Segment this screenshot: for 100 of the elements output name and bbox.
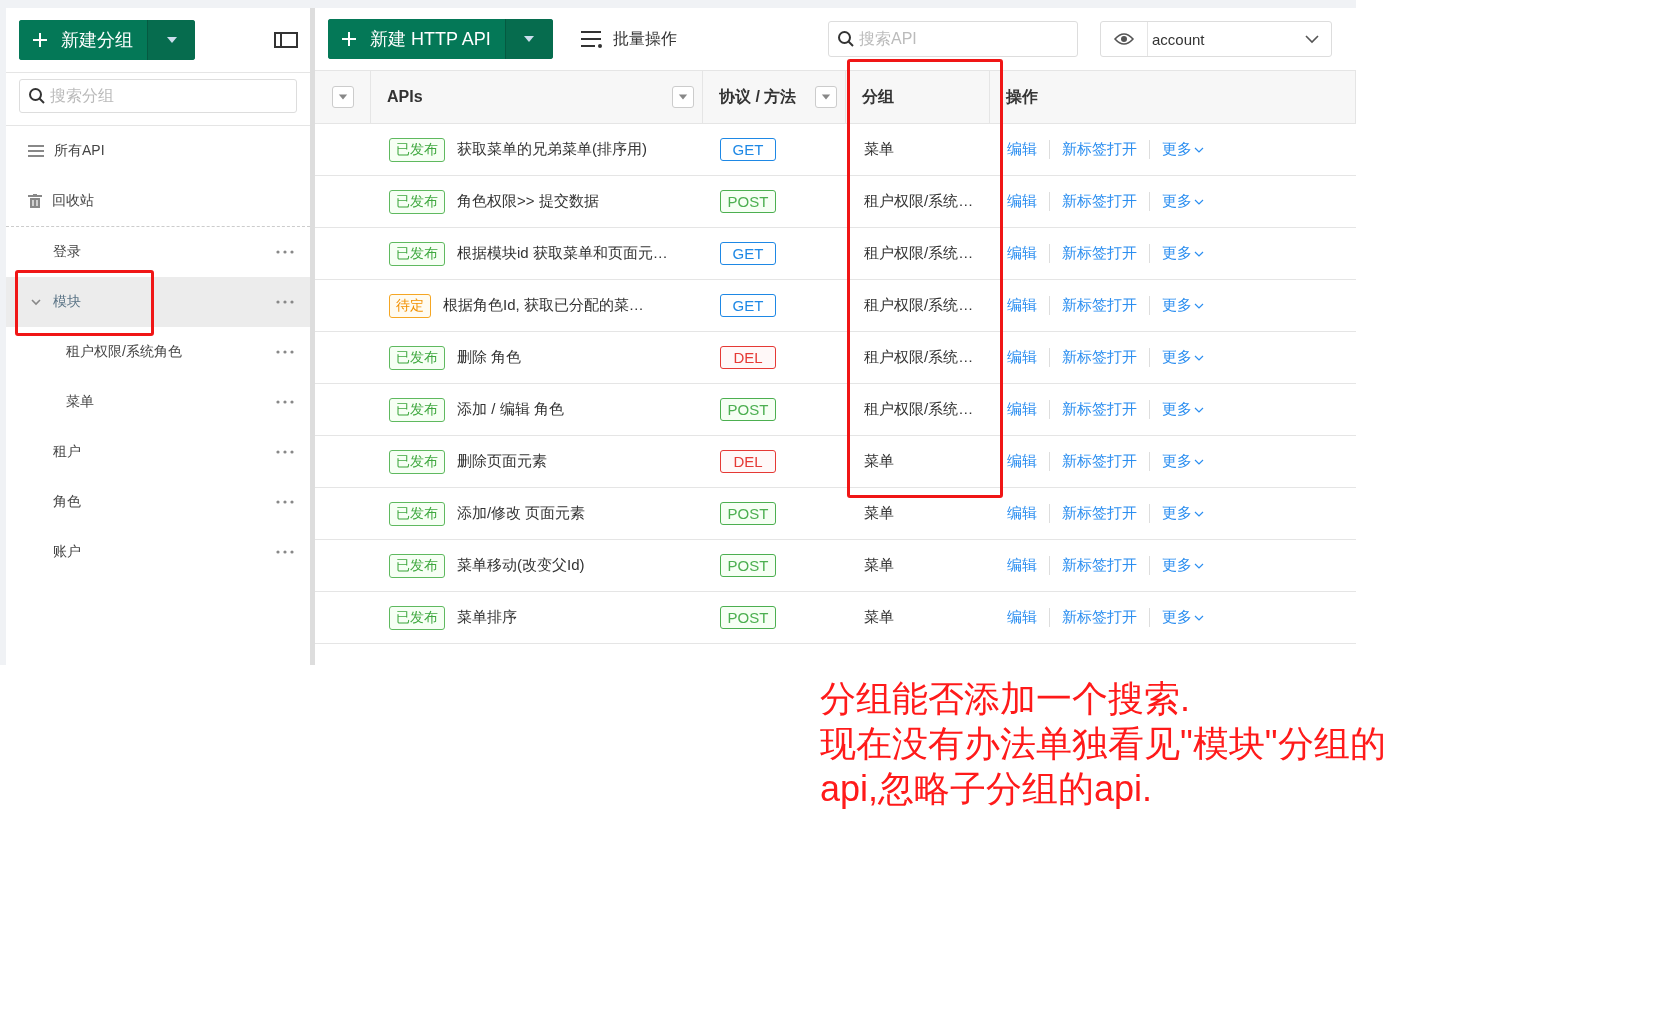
group-item[interactable]: 租户权限/系统角色 — [6, 327, 310, 377]
group-item[interactable]: 租户 — [6, 427, 310, 477]
search-icon — [837, 30, 855, 48]
action-link[interactable]: 编辑 — [1007, 504, 1049, 523]
action-link[interactable]: 新标签打开 — [1049, 452, 1149, 471]
action-link[interactable]: 更多 — [1149, 452, 1216, 471]
api-name[interactable]: 菜单移动(改变父Id) — [457, 556, 585, 575]
more-icon[interactable] — [276, 250, 294, 254]
action-link[interactable]: 新标签打开 — [1049, 400, 1149, 419]
group-item[interactable]: 账户 — [6, 527, 310, 577]
group-cell: 菜单 — [864, 608, 894, 627]
more-icon[interactable] — [276, 450, 294, 454]
action-link[interactable]: 编辑 — [1007, 608, 1049, 627]
action-link[interactable]: 新标签打开 — [1049, 192, 1149, 211]
more-icon[interactable] — [276, 500, 294, 504]
group-item[interactable]: 菜单 — [6, 377, 310, 427]
search-icon — [28, 87, 46, 105]
action-link[interactable]: 编辑 — [1007, 244, 1049, 263]
action-link[interactable]: 编辑 — [1007, 192, 1049, 211]
action-link[interactable]: 编辑 — [1007, 348, 1049, 367]
status-tag: 已发布 — [389, 189, 445, 214]
group-cell: 菜单 — [864, 140, 894, 159]
method-tag: GET — [720, 242, 776, 265]
action-link[interactable]: 编辑 — [1007, 452, 1049, 471]
more-icon[interactable] — [276, 350, 294, 354]
search-field[interactable]: 搜索分组 — [19, 79, 297, 113]
group-cell: 菜单 — [864, 504, 894, 523]
action-link[interactable]: 新标签打开 — [1049, 556, 1149, 575]
action-link[interactable]: 新标签打开 — [1049, 504, 1149, 523]
more-icon[interactable] — [276, 550, 294, 554]
action-link[interactable]: 新标签打开 — [1049, 140, 1149, 159]
group-cell: 租户权限/系统… — [864, 348, 974, 367]
chevron-icon — [1305, 34, 1319, 44]
action-link[interactable]: 编辑 — [1007, 140, 1049, 159]
group-item[interactable]: 模块 — [6, 277, 310, 327]
annotation-text: 分组能否添加一个搜索. — [820, 677, 1190, 721]
method-tag: POST — [720, 606, 776, 629]
api-name[interactable]: 添加 / 编辑 角色 — [457, 400, 564, 419]
status-tag: 已发布 — [389, 241, 445, 266]
api-name[interactable]: 根据模块id 获取菜单和页面元… — [457, 244, 668, 263]
action-link[interactable]: 更多 — [1149, 608, 1216, 627]
column-header: 协议 / 方法 — [719, 86, 797, 107]
search-field[interactable]: 搜索API — [828, 21, 1078, 57]
action-link[interactable]: 更多 — [1149, 504, 1216, 523]
group-cell: 菜单 — [864, 452, 894, 471]
chevron-icon — [1194, 197, 1204, 206]
filter-button[interactable] — [815, 86, 837, 108]
action-link[interactable]: 新标签打开 — [1049, 348, 1149, 367]
column-header: APIs — [387, 88, 423, 106]
chevron-icon — [1194, 145, 1204, 154]
caret-icon — [820, 92, 832, 102]
method-tag: POST — [720, 398, 776, 421]
action-link[interactable]: 更多 — [1149, 192, 1216, 211]
method-tag: DEL — [720, 346, 776, 369]
more-icon[interactable] — [276, 400, 294, 404]
status-tag: 已发布 — [389, 501, 445, 526]
action-link[interactable]: 编辑 — [1007, 556, 1049, 575]
method-tag: POST — [720, 190, 776, 213]
chevron-icon — [1194, 457, 1204, 466]
api-name[interactable]: 删除 角色 — [457, 348, 522, 367]
api-name[interactable]: 删除页面元素 — [457, 452, 547, 471]
method-tag: DEL — [720, 450, 776, 473]
caret-icon — [677, 92, 689, 102]
filter-button[interactable] — [672, 86, 694, 108]
sidebar-item[interactable]: 回收站 — [6, 176, 310, 226]
group-item[interactable]: 角色 — [6, 477, 310, 527]
sidebar-item[interactable]: 所有API — [6, 126, 310, 176]
api-name[interactable]: 根据角色Id, 获取已分配的菜… — [443, 296, 644, 315]
action-link[interactable]: 更多 — [1149, 400, 1216, 419]
api-name[interactable]: 菜单排序 — [457, 608, 517, 627]
method-tag: POST — [720, 554, 776, 577]
action-link[interactable]: 编辑 — [1007, 400, 1049, 419]
action-link[interactable]: 更多 — [1149, 296, 1216, 315]
method-tag: GET — [720, 138, 776, 161]
action-link[interactable]: 更多 — [1149, 348, 1216, 367]
annotation-text: api,忽略子分组的api. — [820, 767, 1153, 811]
action-link[interactable]: 新标签打开 — [1049, 244, 1149, 263]
more-icon[interactable] — [276, 300, 294, 304]
status-tag: 已发布 — [389, 137, 445, 162]
panel-toggle-icon[interactable] — [274, 32, 298, 48]
method-tag: GET — [720, 294, 776, 317]
filter-button[interactable] — [331, 86, 354, 108]
api-name[interactable]: 角色权限>> 提交数据 — [457, 192, 599, 211]
api-name[interactable]: 添加/修改 页面元素 — [457, 504, 586, 523]
plus-icon — [342, 32, 356, 46]
status-tag: 待定 — [389, 293, 431, 318]
action-link[interactable]: 编辑 — [1007, 296, 1049, 315]
environment-select[interactable]: account — [1100, 21, 1332, 57]
action-link[interactable]: 更多 — [1149, 556, 1216, 575]
action-link[interactable]: 更多 — [1149, 244, 1216, 263]
status-tag: 已发布 — [389, 345, 445, 370]
action-link[interactable]: 新标签打开 — [1049, 296, 1149, 315]
plus-icon — [33, 33, 47, 47]
batch-button[interactable]: 批量操作 — [574, 27, 683, 51]
action-link[interactable]: 新标签打开 — [1049, 608, 1149, 627]
trash-icon — [28, 193, 42, 209]
group-item[interactable]: 登录 — [6, 227, 310, 277]
action-link[interactable]: 更多 — [1149, 140, 1216, 159]
api-name[interactable]: 获取菜单的兄弟菜单(排序用) — [457, 140, 647, 159]
group-cell: 租户权限/系统… — [864, 296, 974, 315]
